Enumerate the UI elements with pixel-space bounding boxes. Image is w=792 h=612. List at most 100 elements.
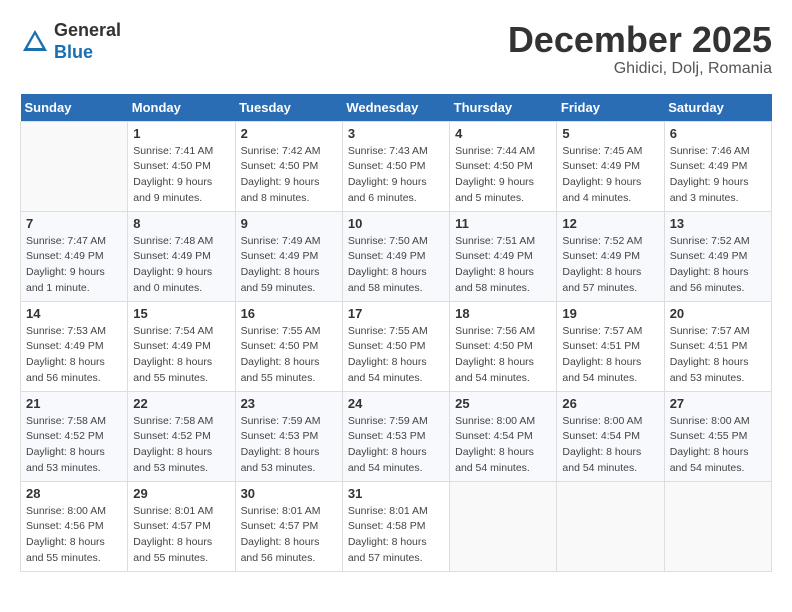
day-info: Sunrise: 7:43 AMSunset: 4:50 PMDaylight:… bbox=[348, 144, 444, 207]
calendar-day-cell: 26 Sunrise: 8:00 AMSunset: 4:54 PMDayligh… bbox=[557, 391, 664, 481]
day-info: Sunrise: 8:00 AMSunset: 4:54 PMDaylight:… bbox=[455, 414, 551, 477]
day-info: Sunrise: 7:42 AMSunset: 4:50 PMDaylight:… bbox=[241, 144, 337, 207]
calendar-day-cell: 23Sunrise: 7:59 AMSunset: 4:53 PMDayligh… bbox=[235, 391, 342, 481]
day-number: 11 bbox=[455, 216, 551, 231]
day-info: Sunrise: 8:00 AMSunset: 4:56 PMDaylight:… bbox=[26, 504, 122, 567]
day-number: 29 bbox=[133, 486, 229, 501]
calendar-day-cell: 15 Sunrise: 7:54 AMSunset: 4:49 PMDayligh… bbox=[128, 301, 235, 391]
calendar-day-cell: 20 Sunrise: 7:57 AMSunset: 4:51 PMDayligh… bbox=[664, 301, 771, 391]
day-info: Sunrise: 7:50 AMSunset: 4:49 PMDaylight:… bbox=[348, 234, 444, 297]
day-info: Sunrise: 8:00 AMSunset: 4:54 PMDaylight:… bbox=[562, 414, 658, 477]
day-info: Sunrise: 7:47 AMSunset: 4:49 PMDaylight:… bbox=[26, 234, 122, 297]
day-number: 21 bbox=[26, 396, 122, 411]
day-number: 15 bbox=[133, 306, 229, 321]
day-number: 17 bbox=[348, 306, 444, 321]
calendar-day-cell: 5 Sunrise: 7:45 AMSunset: 4:49 PMDaylight… bbox=[557, 121, 664, 211]
calendar-week-row: 14 Sunrise: 7:53 AMSunset: 4:49 PMDayligh… bbox=[21, 301, 772, 391]
day-number: 5 bbox=[562, 126, 658, 141]
day-info: Sunrise: 7:59 AMSunset: 4:53 PMDaylight:… bbox=[348, 414, 444, 477]
weekday-header-cell: Sunday bbox=[21, 94, 128, 122]
calendar-day-cell: 8Sunrise: 7:48 AMSunset: 4:49 PMDaylight… bbox=[128, 211, 235, 301]
day-info: Sunrise: 8:01 AMSunset: 4:57 PMDaylight:… bbox=[241, 504, 337, 567]
day-number: 13 bbox=[670, 216, 766, 231]
calendar-day-cell: 17 Sunrise: 7:55 AMSunset: 4:50 PMDayligh… bbox=[342, 301, 449, 391]
day-number: 26 bbox=[562, 396, 658, 411]
day-number: 10 bbox=[348, 216, 444, 231]
calendar-day-cell: 11Sunrise: 7:51 AMSunset: 4:49 PMDayligh… bbox=[450, 211, 557, 301]
calendar-week-row: 7 Sunrise: 7:47 AMSunset: 4:49 PMDaylight… bbox=[21, 211, 772, 301]
location-subtitle: Ghidici, Dolj, Romania bbox=[508, 60, 772, 78]
logo-icon bbox=[20, 27, 50, 57]
calendar-day-cell: 2 Sunrise: 7:42 AMSunset: 4:50 PMDaylight… bbox=[235, 121, 342, 211]
calendar-day-cell: 10 Sunrise: 7:50 AMSunset: 4:49 PMDayligh… bbox=[342, 211, 449, 301]
calendar-week-row: 1 Sunrise: 7:41 AMSunset: 4:50 PMDaylight… bbox=[21, 121, 772, 211]
calendar-day-cell: 24 Sunrise: 7:59 AMSunset: 4:53 PMDayligh… bbox=[342, 391, 449, 481]
calendar-day-cell: 28Sunrise: 8:00 AMSunset: 4:56 PMDayligh… bbox=[21, 481, 128, 571]
day-info: Sunrise: 7:46 AMSunset: 4:49 PMDaylight:… bbox=[670, 144, 766, 207]
day-number: 27 bbox=[670, 396, 766, 411]
day-number: 2 bbox=[241, 126, 337, 141]
day-info: Sunrise: 7:55 AMSunset: 4:50 PMDaylight:… bbox=[241, 324, 337, 387]
weekday-header-cell: Wednesday bbox=[342, 94, 449, 122]
calendar-day-cell: 7 Sunrise: 7:47 AMSunset: 4:49 PMDaylight… bbox=[21, 211, 128, 301]
day-info: Sunrise: 7:41 AMSunset: 4:50 PMDaylight:… bbox=[133, 144, 229, 207]
day-number: 22 bbox=[133, 396, 229, 411]
calendar-day-cell bbox=[21, 121, 128, 211]
day-info: Sunrise: 8:00 AMSunset: 4:55 PMDaylight:… bbox=[670, 414, 766, 477]
day-number: 16 bbox=[241, 306, 337, 321]
calendar-week-row: 28Sunrise: 8:00 AMSunset: 4:56 PMDayligh… bbox=[21, 481, 772, 571]
calendar-day-cell: 14 Sunrise: 7:53 AMSunset: 4:49 PMDayligh… bbox=[21, 301, 128, 391]
day-number: 3 bbox=[348, 126, 444, 141]
day-number: 25 bbox=[455, 396, 551, 411]
day-number: 20 bbox=[670, 306, 766, 321]
calendar-day-cell: 27 Sunrise: 8:00 AMSunset: 4:55 PMDayligh… bbox=[664, 391, 771, 481]
day-number: 7 bbox=[26, 216, 122, 231]
day-number: 1 bbox=[133, 126, 229, 141]
calendar-day-cell: 19 Sunrise: 7:57 AMSunset: 4:51 PMDayligh… bbox=[557, 301, 664, 391]
day-info: Sunrise: 7:52 AMSunset: 4:49 PMDaylight:… bbox=[670, 234, 766, 297]
day-info: Sunrise: 7:44 AMSunset: 4:50 PMDaylight:… bbox=[455, 144, 551, 207]
calendar-day-cell: 16 Sunrise: 7:55 AMSunset: 4:50 PMDayligh… bbox=[235, 301, 342, 391]
day-info: Sunrise: 7:53 AMSunset: 4:49 PMDaylight:… bbox=[26, 324, 122, 387]
calendar-day-cell: 18 Sunrise: 7:56 AMSunset: 4:50 PMDayligh… bbox=[450, 301, 557, 391]
calendar-week-row: 21 Sunrise: 7:58 AMSunset: 4:52 PMDayligh… bbox=[21, 391, 772, 481]
day-info: Sunrise: 7:49 AMSunset: 4:49 PMDaylight:… bbox=[241, 234, 337, 297]
calendar-day-cell: 22 Sunrise: 7:58 AMSunset: 4:52 PMDayligh… bbox=[128, 391, 235, 481]
day-info: Sunrise: 7:57 AMSunset: 4:51 PMDaylight:… bbox=[670, 324, 766, 387]
weekday-header-cell: Monday bbox=[128, 94, 235, 122]
day-info: Sunrise: 7:54 AMSunset: 4:49 PMDaylight:… bbox=[133, 324, 229, 387]
title-block: December 2025 Ghidici, Dolj, Romania bbox=[508, 20, 772, 78]
day-info: Sunrise: 7:57 AMSunset: 4:51 PMDaylight:… bbox=[562, 324, 658, 387]
logo-blue-text: Blue bbox=[54, 42, 93, 62]
day-info: Sunrise: 7:59 AMSunset: 4:53 PMDaylight:… bbox=[241, 414, 337, 477]
day-number: 12 bbox=[562, 216, 658, 231]
calendar-day-cell bbox=[450, 481, 557, 571]
day-info: Sunrise: 7:55 AMSunset: 4:50 PMDaylight:… bbox=[348, 324, 444, 387]
weekday-header-cell: Saturday bbox=[664, 94, 771, 122]
calendar-day-cell: 13 Sunrise: 7:52 AMSunset: 4:49 PMDayligh… bbox=[664, 211, 771, 301]
calendar-day-cell: 29 Sunrise: 8:01 AMSunset: 4:57 PMDayligh… bbox=[128, 481, 235, 571]
day-number: 18 bbox=[455, 306, 551, 321]
calendar-day-cell: 25 Sunrise: 8:00 AMSunset: 4:54 PMDayligh… bbox=[450, 391, 557, 481]
day-info: Sunrise: 7:52 AMSunset: 4:49 PMDaylight:… bbox=[562, 234, 658, 297]
day-info: Sunrise: 7:56 AMSunset: 4:50 PMDaylight:… bbox=[455, 324, 551, 387]
calendar-day-cell: 31Sunrise: 8:01 AMSunset: 4:58 PMDayligh… bbox=[342, 481, 449, 571]
weekday-header-cell: Tuesday bbox=[235, 94, 342, 122]
weekday-header-row: SundayMondayTuesdayWednesdayThursdayFrid… bbox=[21, 94, 772, 122]
day-number: 19 bbox=[562, 306, 658, 321]
calendar-day-cell: 12 Sunrise: 7:52 AMSunset: 4:49 PMDayligh… bbox=[557, 211, 664, 301]
day-info: Sunrise: 7:58 AMSunset: 4:52 PMDaylight:… bbox=[26, 414, 122, 477]
day-info: Sunrise: 7:58 AMSunset: 4:52 PMDaylight:… bbox=[133, 414, 229, 477]
day-number: 9 bbox=[241, 216, 337, 231]
day-number: 14 bbox=[26, 306, 122, 321]
day-info: Sunrise: 8:01 AMSunset: 4:58 PMDaylight:… bbox=[348, 504, 444, 567]
day-number: 6 bbox=[670, 126, 766, 141]
calendar-day-cell: 1 Sunrise: 7:41 AMSunset: 4:50 PMDaylight… bbox=[128, 121, 235, 211]
day-info: Sunrise: 7:45 AMSunset: 4:49 PMDaylight:… bbox=[562, 144, 658, 207]
day-number: 24 bbox=[348, 396, 444, 411]
calendar-day-cell bbox=[664, 481, 771, 571]
calendar-day-cell: 3 Sunrise: 7:43 AMSunset: 4:50 PMDaylight… bbox=[342, 121, 449, 211]
weekday-header-cell: Friday bbox=[557, 94, 664, 122]
day-info: Sunrise: 8:01 AMSunset: 4:57 PMDaylight:… bbox=[133, 504, 229, 567]
calendar-day-cell: 4Sunrise: 7:44 AMSunset: 4:50 PMDaylight… bbox=[450, 121, 557, 211]
